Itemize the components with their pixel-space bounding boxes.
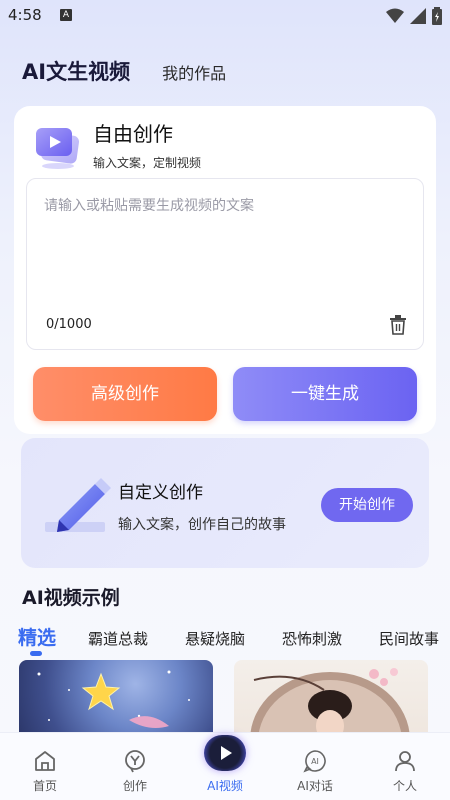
start-create-button[interactable]: 开始创作 [321, 488, 413, 522]
portrait-image [250, 668, 410, 740]
nav-item-create[interactable]: 创作 [90, 733, 180, 800]
nav-label-profile: 个人 [392, 779, 417, 793]
tab-folk-tales[interactable]: 民间故事 [379, 628, 439, 649]
nav-label-ai-video: AI视频 [207, 779, 243, 793]
status-time: 4:58 [8, 6, 42, 24]
home-icon [35, 751, 55, 771]
tab-horror[interactable]: 恐怖刺激 [282, 628, 342, 649]
bottom-nav: 首页 创作 AI视频 AI AI对话 个人 [0, 732, 450, 800]
free-create-title: 自由创作 [93, 122, 173, 146]
tab-ai-text-to-video[interactable]: AI文生视频 [22, 56, 130, 86]
notification-badge-icon: A [60, 9, 72, 21]
ai-chat-icon: AI [303, 750, 326, 773]
status-bar: 4:58 A [0, 0, 450, 32]
one-click-generate-button[interactable]: 一键生成 [233, 367, 417, 421]
nav-label-home: 首页 [32, 779, 57, 793]
pen-icon [45, 478, 111, 532]
tab-featured[interactable]: 精选 [18, 623, 56, 650]
svg-text:AI: AI [311, 757, 319, 766]
nav-item-ai-chat[interactable]: AI AI对话 [270, 733, 360, 800]
battery-icon [432, 7, 442, 25]
free-create-card: 自由创作 输入文案，定制视频 请输入或粘贴需要生成视频的文案 0/1000 高级… [14, 106, 436, 434]
active-tab-indicator [30, 651, 42, 656]
top-tabs: AI文生视频 我的作品 [22, 56, 226, 86]
nav-item-ai-video[interactable]: AI视频 [180, 733, 270, 800]
wifi-icon [386, 8, 404, 23]
nav-label-ai-chat: AI对话 [297, 779, 333, 793]
free-create-subtitle: 输入文案，定制视频 [93, 156, 202, 170]
tab-ceo[interactable]: 霸道总裁 [88, 628, 148, 649]
custom-create-card[interactable]: 自定义创作 输入文案，创作自己的故事 开始创作 [21, 438, 429, 568]
person-icon [395, 751, 415, 772]
example-video-thumbnail-2[interactable] [234, 660, 428, 740]
create-icon [125, 750, 145, 773]
nav-item-home[interactable]: 首页 [0, 733, 90, 800]
advanced-create-button[interactable]: 高级创作 [33, 367, 217, 421]
nav-item-profile[interactable]: 个人 [360, 733, 450, 800]
example-video-thumbnail-1[interactable] [19, 660, 213, 740]
star-image [37, 670, 190, 728]
status-icons [386, 7, 442, 25]
textarea-placeholder: 请输入或粘贴需要生成视频的文案 [44, 198, 254, 214]
custom-create-title: 自定义创作 [118, 483, 203, 503]
play-icon [204, 735, 246, 771]
tab-my-works[interactable]: 我的作品 [162, 60, 226, 84]
video-card-icon [36, 128, 79, 169]
signal-icon [410, 8, 426, 24]
examples-section-title: AI视频示例 [22, 587, 120, 609]
category-tabs: 精选 霸道总裁 悬疑烧脑 恐怖刺激 民间故事 [0, 620, 450, 656]
script-textarea[interactable]: 请输入或粘贴需要生成视频的文案 0/1000 [26, 178, 424, 350]
trash-icon[interactable] [389, 315, 407, 335]
tab-suspense[interactable]: 悬疑烧脑 [185, 628, 245, 649]
custom-create-subtitle: 输入文案，创作自己的故事 [118, 517, 286, 533]
nav-label-create: 创作 [122, 779, 147, 793]
char-counter: 0/1000 [46, 317, 92, 332]
